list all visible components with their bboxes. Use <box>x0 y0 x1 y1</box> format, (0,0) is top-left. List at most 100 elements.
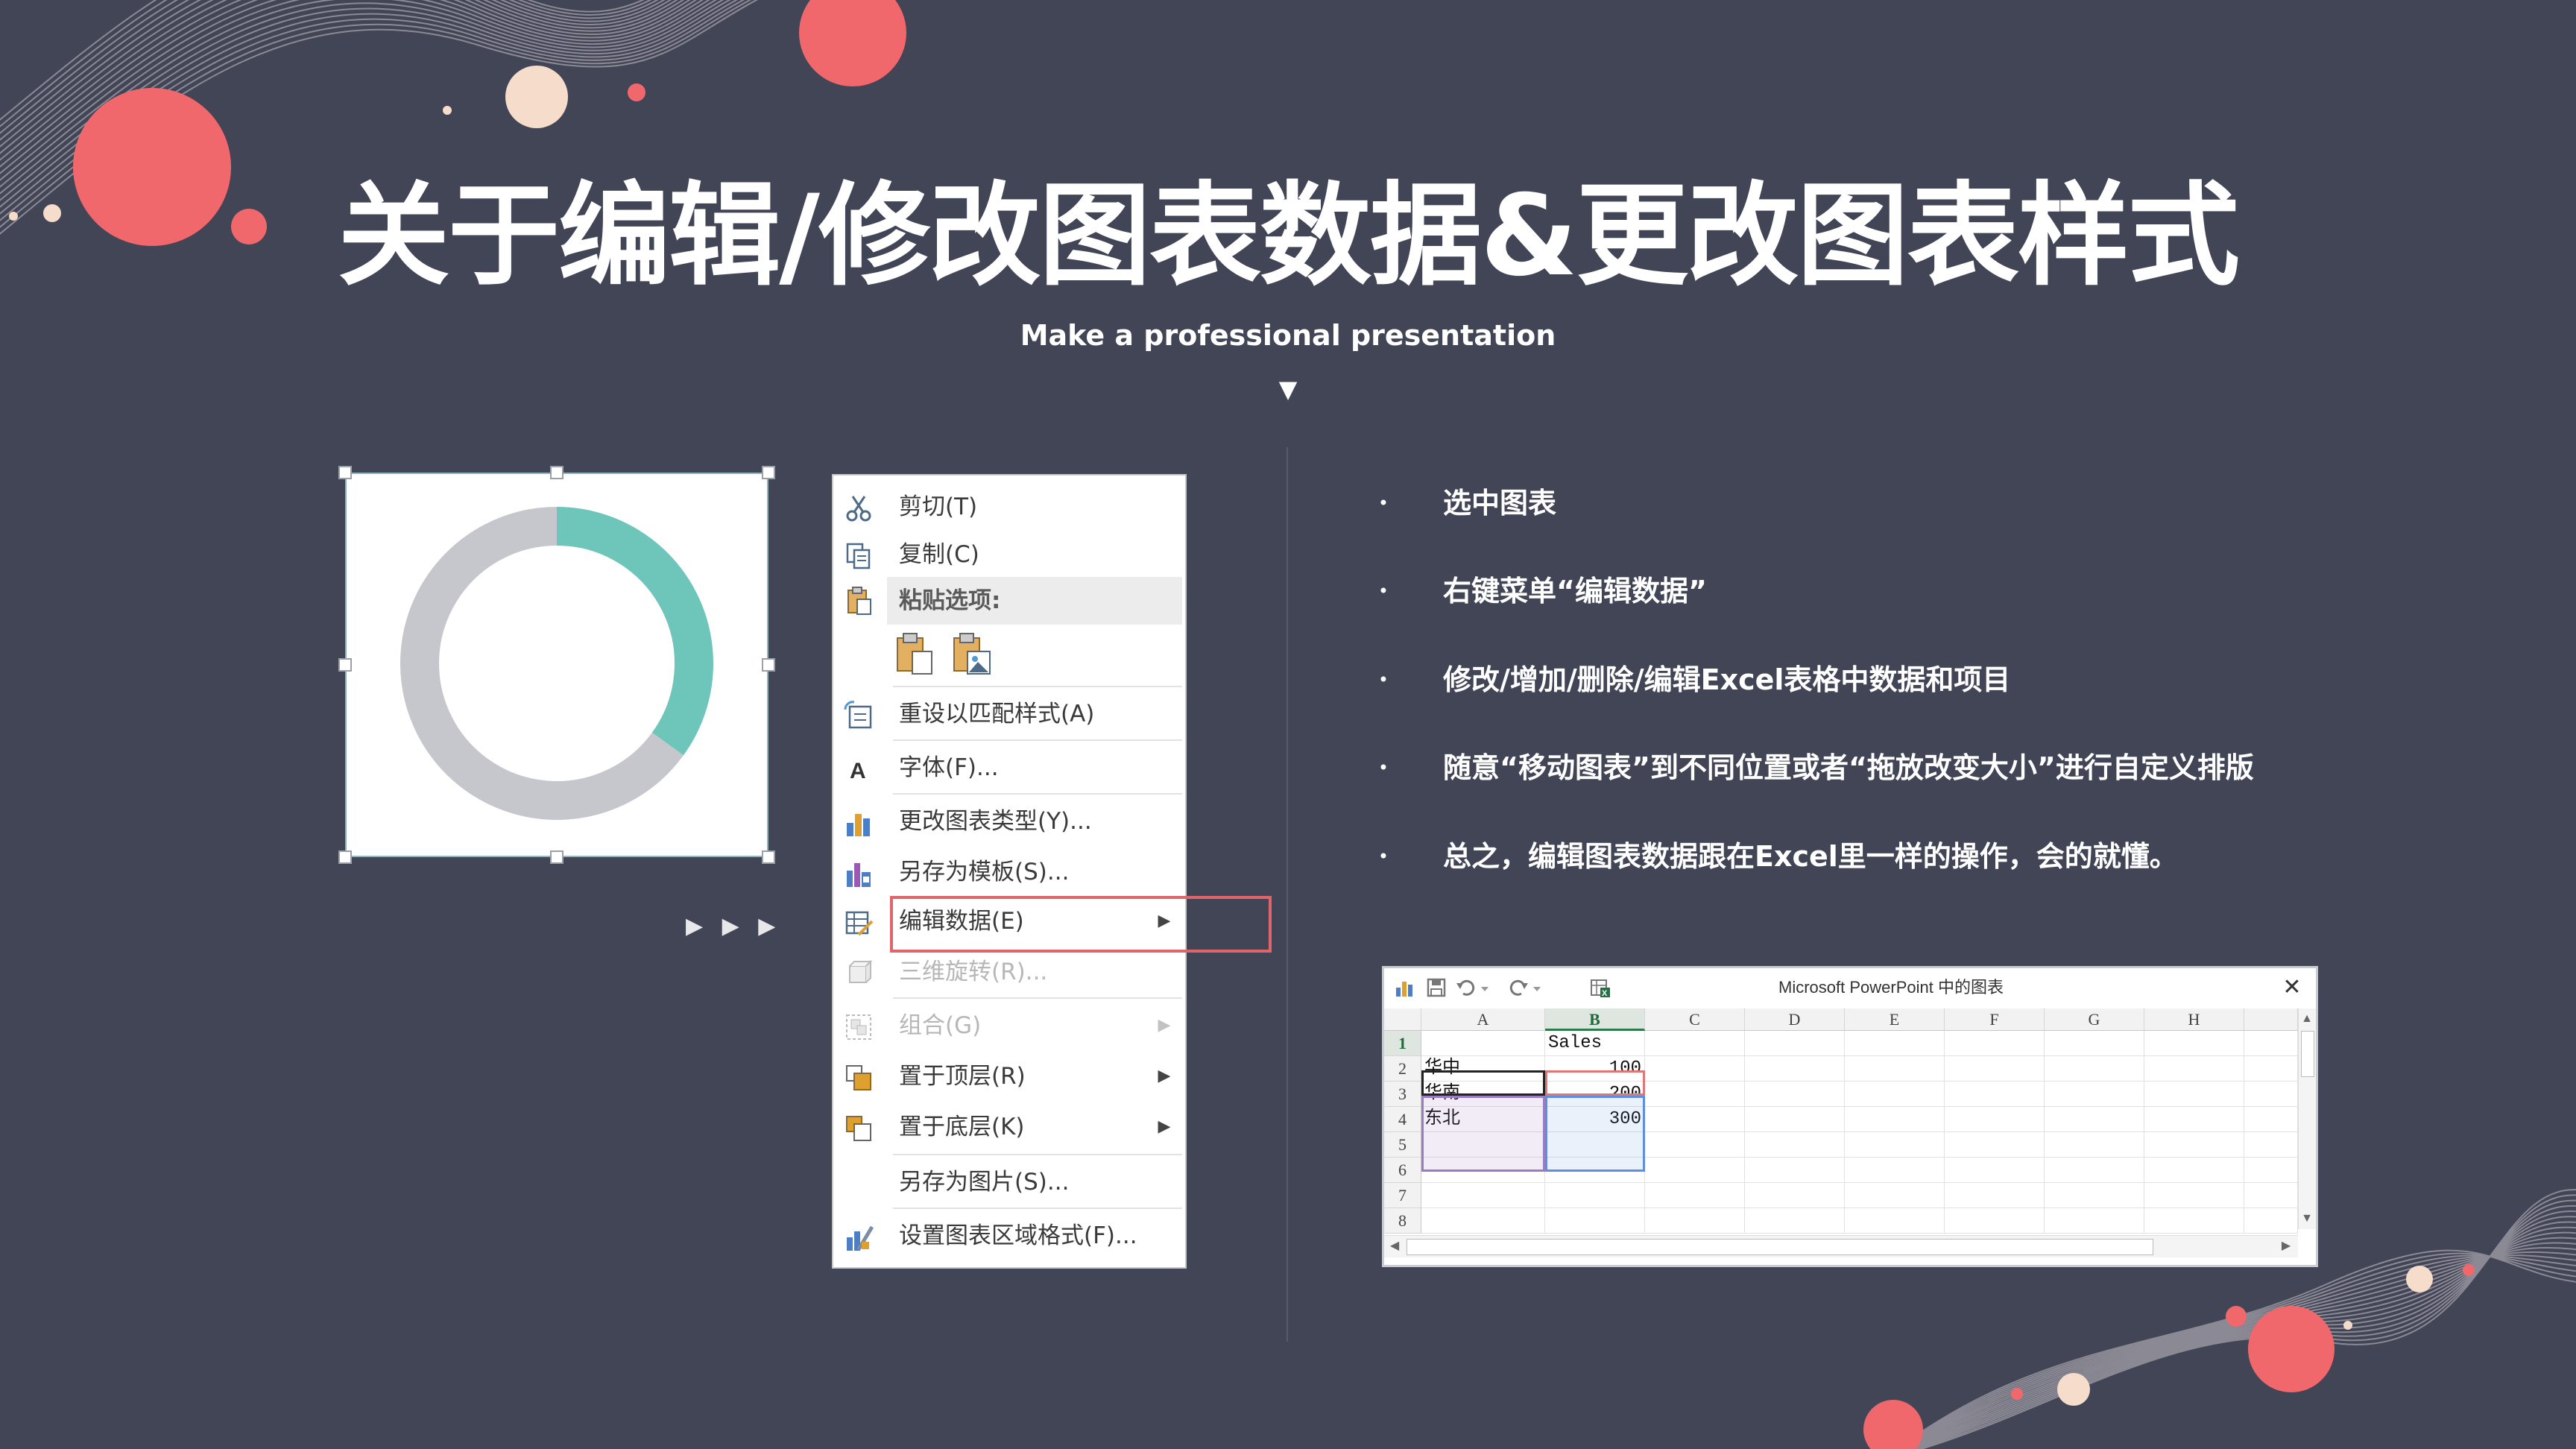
vertical-scrollbar[interactable]: ▲ ▼ <box>2298 1008 2316 1229</box>
cell-h6[interactable] <box>2144 1158 2244 1183</box>
cell-g7[interactable] <box>2045 1183 2144 1208</box>
cell-e4[interactable] <box>1845 1107 1945 1132</box>
row-header-1[interactable]: 1 <box>1384 1031 1421 1056</box>
cell-h8[interactable] <box>2144 1208 2244 1234</box>
cell-h7[interactable] <box>2144 1183 2244 1208</box>
cell-e1[interactable] <box>1845 1031 1945 1056</box>
cell-g8[interactable] <box>2045 1208 2144 1234</box>
row-header-3[interactable]: 3 <box>1384 1082 1421 1107</box>
cell-b7[interactable] <box>1545 1183 1645 1208</box>
menu-item-format-chart-area[interactable]: 设置图表区域格式(F)... <box>833 1212 1185 1260</box>
cell-a1[interactable] <box>1421 1031 1545 1056</box>
paste-keep-formatting-icon[interactable] <box>893 632 938 677</box>
cell-f6[interactable] <box>1945 1158 2045 1183</box>
selected-chart[interactable] <box>345 473 768 857</box>
cell-a7[interactable] <box>1421 1183 1545 1208</box>
cell-d6[interactable] <box>1745 1158 1845 1183</box>
menu-item-font[interactable]: A 字体(F)... <box>833 744 1185 792</box>
cell-b8[interactable] <box>1545 1208 1645 1234</box>
select-all-corner[interactable] <box>1384 1008 1421 1031</box>
cell-e2[interactable] <box>1845 1056 1945 1082</box>
cell-g4[interactable] <box>2045 1107 2144 1132</box>
scroll-up-icon[interactable]: ▲ <box>2299 1011 2314 1026</box>
cell-h5[interactable] <box>2144 1132 2244 1158</box>
column-header-h[interactable]: H <box>2144 1008 2244 1031</box>
menu-item-reset-style[interactable]: 重设以匹配样式(A) <box>833 690 1185 738</box>
cell-e6[interactable] <box>1845 1158 1945 1183</box>
scroll-right-icon[interactable]: ▶ <box>2279 1239 2294 1254</box>
cell-c4[interactable] <box>1645 1107 1745 1132</box>
cell-g6[interactable] <box>2045 1158 2144 1183</box>
cell-h1[interactable] <box>2144 1031 2244 1056</box>
horizontal-scroll-thumb[interactable] <box>1407 1239 2153 1255</box>
cell-d4[interactable] <box>1745 1107 1845 1132</box>
resize-handle[interactable] <box>338 850 352 864</box>
cell-h4[interactable] <box>2144 1107 2244 1132</box>
undo-dropdown-icon[interactable] <box>1480 977 1490 998</box>
resize-handle[interactable] <box>338 658 352 672</box>
cell-f1[interactable] <box>1945 1031 2045 1056</box>
cell-c8[interactable] <box>1645 1208 1745 1234</box>
cell-g2[interactable] <box>2045 1056 2144 1082</box>
menu-item-cut[interactable]: 剪切(T) <box>833 483 1185 531</box>
spreadsheet-grid[interactable]: A B C D E F G H 1 Sales 2 华中 100 3 华南 200 4 东北 300 5 6 7 8 <box>1384 1008 2298 1234</box>
cell-d3[interactable] <box>1745 1082 1845 1107</box>
row-header-2[interactable]: 2 <box>1384 1056 1421 1082</box>
row-header-6[interactable]: 6 <box>1384 1158 1421 1183</box>
excel-data-window[interactable]: X Microsoft PowerPoint 中的图表 ✕ ABCDEFGH 1 S… <box>1382 966 2318 1267</box>
resize-handle[interactable] <box>762 850 775 864</box>
cell-e7[interactable] <box>1845 1183 1945 1208</box>
cell-f2[interactable] <box>1945 1056 2045 1082</box>
cell-e5[interactable] <box>1845 1132 1945 1158</box>
column-header-b[interactable]: B <box>1545 1008 1645 1031</box>
menu-item-change-chart-type[interactable]: 更改图表类型(Y)... <box>833 798 1185 845</box>
save-icon[interactable] <box>1426 977 1447 998</box>
resize-handle[interactable] <box>550 466 564 479</box>
column-header-f[interactable]: F <box>1945 1008 2045 1031</box>
cell-g5[interactable] <box>2045 1132 2144 1158</box>
cell-f4[interactable] <box>1945 1107 2045 1132</box>
cell-d8[interactable] <box>1745 1208 1845 1234</box>
resize-handle[interactable] <box>762 658 775 672</box>
resize-handle[interactable] <box>550 850 564 864</box>
cell-c7[interactable] <box>1645 1183 1745 1208</box>
redo-icon[interactable] <box>1508 977 1529 998</box>
column-header-a[interactable]: A <box>1421 1008 1545 1031</box>
horizontal-scrollbar[interactable]: ◀ ▶ <box>1384 1235 2298 1257</box>
cell-a8[interactable] <box>1421 1208 1545 1234</box>
menu-item-save-as-template[interactable]: 另存为模板(S)... <box>833 848 1185 896</box>
cell-c3[interactable] <box>1645 1082 1745 1107</box>
vertical-scroll-thumb[interactable] <box>2301 1031 2314 1077</box>
edit-in-excel-icon[interactable]: X <box>1590 977 1611 998</box>
cell-g3[interactable] <box>2045 1082 2144 1107</box>
row-header-7[interactable]: 7 <box>1384 1183 1421 1208</box>
cell-h2[interactable] <box>2144 1056 2244 1082</box>
cell-e8[interactable] <box>1845 1208 1945 1234</box>
close-icon[interactable]: ✕ <box>2277 968 2307 1007</box>
cell-d1[interactable] <box>1745 1031 1845 1056</box>
column-header-d[interactable]: D <box>1745 1008 1845 1031</box>
row-header-5[interactable]: 5 <box>1384 1132 1421 1158</box>
menu-item-copy[interactable]: 复制(C) <box>833 531 1185 578</box>
column-header-c[interactable]: C <box>1645 1008 1745 1031</box>
cell-g1[interactable] <box>2045 1031 2144 1056</box>
row-header-4[interactable]: 4 <box>1384 1107 1421 1132</box>
paste-as-picture-icon[interactable] <box>950 632 994 677</box>
cell-d7[interactable] <box>1745 1183 1845 1208</box>
scroll-down-icon[interactable]: ▼ <box>2299 1211 2314 1226</box>
undo-icon[interactable] <box>1456 977 1477 998</box>
cell-c2[interactable] <box>1645 1056 1745 1082</box>
menu-item-bring-to-front[interactable]: 置于顶层(R) ▶ <box>833 1052 1185 1100</box>
cell-c1[interactable] <box>1645 1031 1745 1056</box>
redo-dropdown-icon[interactable] <box>1532 977 1542 998</box>
resize-handle[interactable] <box>338 466 352 479</box>
cell-h3[interactable] <box>2144 1082 2244 1107</box>
cell-f8[interactable] <box>1945 1208 2045 1234</box>
cell-f3[interactable] <box>1945 1082 2045 1107</box>
row-header-8[interactable]: 8 <box>1384 1208 1421 1234</box>
scroll-left-icon[interactable]: ◀ <box>1387 1239 1402 1254</box>
menu-item-save-as-picture[interactable]: 另存为图片(S)... <box>833 1158 1185 1206</box>
donut-slice-0[interactable] <box>556 507 713 756</box>
cell-d5[interactable] <box>1745 1132 1845 1158</box>
cell-c5[interactable] <box>1645 1132 1745 1158</box>
